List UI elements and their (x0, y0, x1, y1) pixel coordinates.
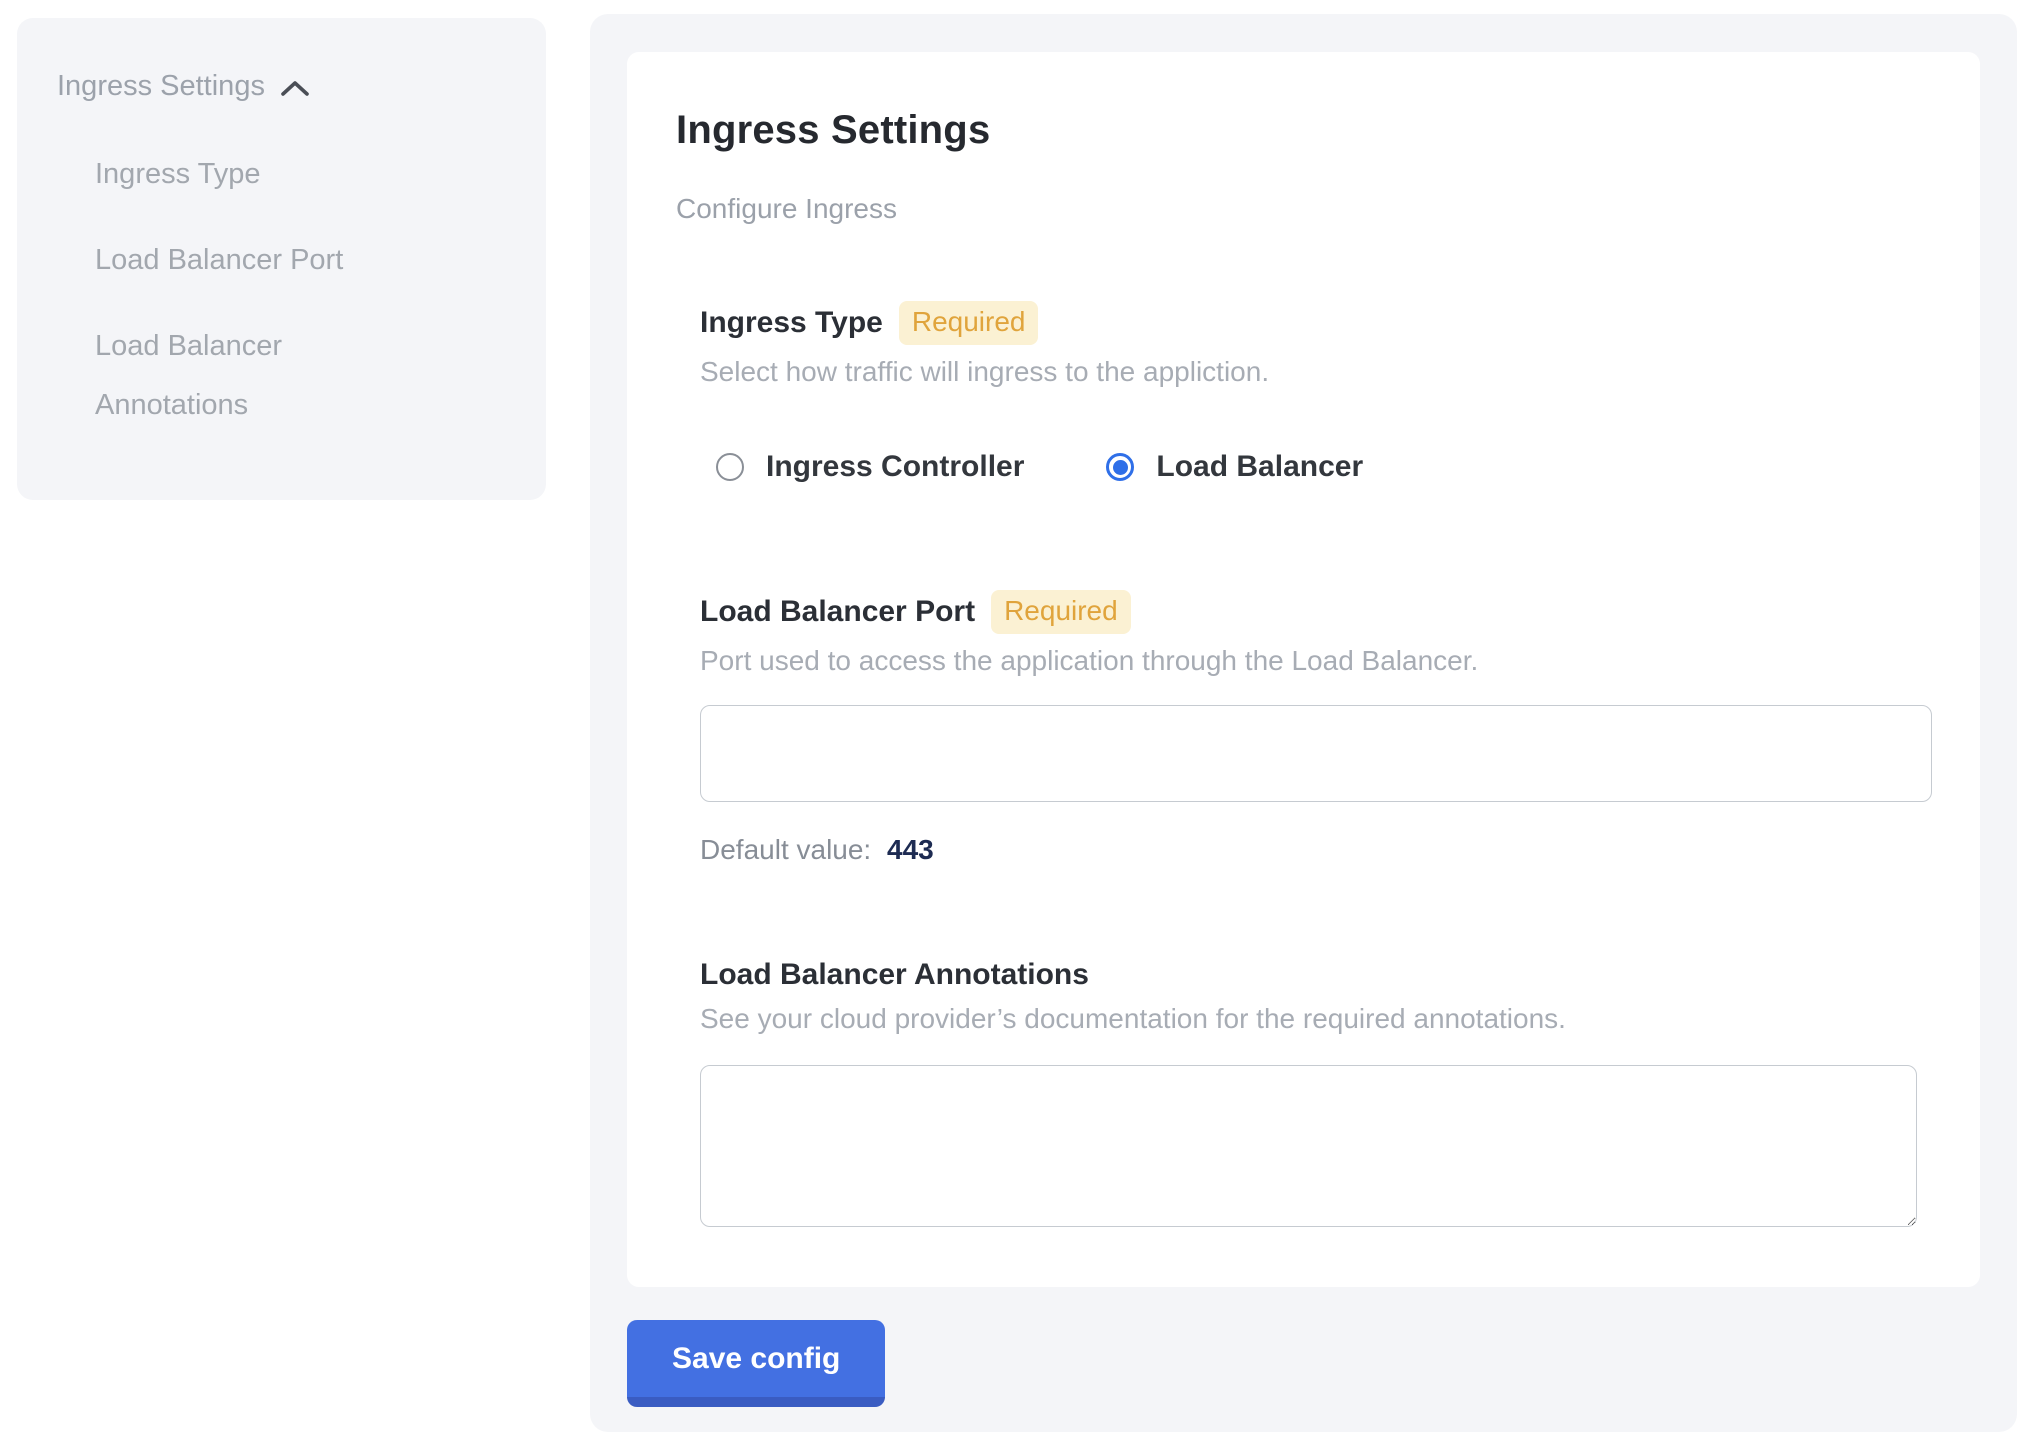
load-balancer-annotations-title: Load Balancer Annotations (700, 958, 1089, 992)
load-balancer-port-input[interactable] (700, 705, 1932, 802)
default-value-label: Default value: (700, 834, 871, 865)
ingress-type-section: Ingress Type Required Select how traffic… (700, 301, 1932, 484)
settings-nav-sidebar: Ingress Settings Ingress Type Load Balan… (17, 18, 546, 500)
sidebar-item-ingress-type[interactable]: Ingress Type (95, 145, 405, 204)
load-balancer-annotations-section: Load Balancer Annotations See your cloud… (700, 958, 1932, 1227)
page-subtitle: Configure Ingress (676, 193, 1932, 225)
default-value: 443 (887, 834, 934, 865)
radio-option-ingress-controller[interactable]: Ingress Controller (716, 450, 1024, 484)
load-balancer-annotations-description: See your cloud provider’s documentation … (700, 1003, 1932, 1035)
load-balancer-port-title: Load Balancer Port (700, 595, 975, 629)
ingress-settings-card: Ingress Settings Configure Ingress Ingre… (627, 52, 1980, 1287)
main-content-panel: Ingress Settings Configure Ingress Ingre… (590, 14, 2017, 1432)
load-balancer-port-section: Load Balancer Port Required Port used to… (700, 590, 1932, 866)
radio-label[interactable]: Ingress Controller (766, 450, 1024, 484)
radio-option-load-balancer[interactable]: Load Balancer (1106, 450, 1363, 484)
sidebar-section-toggle[interactable]: Ingress Settings (57, 70, 506, 103)
sidebar-item-load-balancer-annotations[interactable]: Load Balancer Annotations (95, 317, 405, 435)
page-title: Ingress Settings (676, 108, 1932, 153)
ingress-type-radio-group: Ingress Controller Load Balancer (716, 450, 1932, 484)
radio-unselected-icon[interactable] (716, 453, 744, 481)
load-balancer-port-description: Port used to access the application thro… (700, 645, 1932, 677)
save-config-button[interactable]: Save config (627, 1320, 885, 1407)
sidebar-item-list: Ingress Type Load Balancer Port Load Bal… (57, 145, 506, 435)
ingress-type-description: Select how traffic will ingress to the a… (700, 356, 1932, 388)
sidebar-section-title: Ingress Settings (57, 70, 265, 103)
required-badge: Required (991, 590, 1131, 634)
radio-selected-icon[interactable] (1106, 453, 1134, 481)
chevron-up-icon (279, 79, 311, 99)
default-value-row: Default value: 443 (700, 834, 1932, 866)
sidebar-item-load-balancer-port[interactable]: Load Balancer Port (95, 231, 405, 290)
radio-label[interactable]: Load Balancer (1156, 450, 1363, 484)
ingress-type-title: Ingress Type (700, 306, 883, 340)
required-badge: Required (899, 301, 1039, 345)
load-balancer-annotations-textarea[interactable] (700, 1065, 1917, 1227)
